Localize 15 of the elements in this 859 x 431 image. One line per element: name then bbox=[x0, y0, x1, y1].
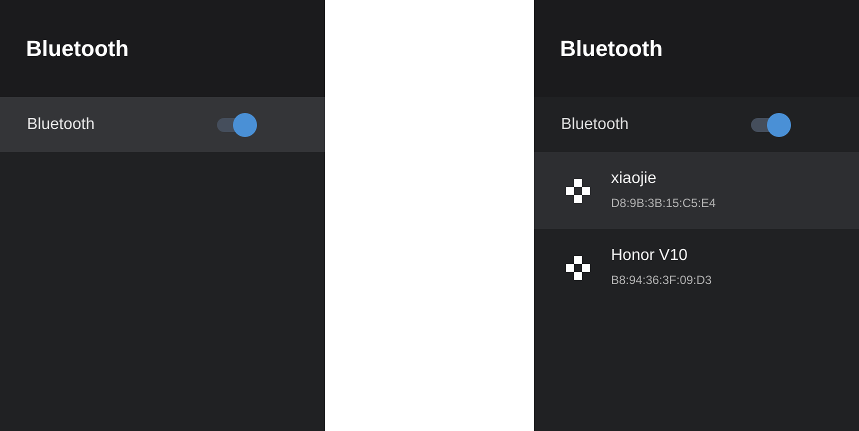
setting-label: Bluetooth bbox=[561, 114, 629, 134]
toggle-switch[interactable] bbox=[749, 112, 791, 136]
device-address: D8:9B:3B:15:C5:E4 bbox=[611, 194, 716, 212]
gamepad-icon bbox=[566, 178, 590, 202]
device-row[interactable]: xiaojie D8:9B:3B:15:C5:E4 bbox=[534, 152, 859, 229]
toggle-switch[interactable] bbox=[215, 112, 257, 136]
device-address: B8:94:36:3F:09:D3 bbox=[611, 272, 712, 289]
page-title: Bluetooth bbox=[26, 35, 129, 63]
device-name: xiaojie bbox=[611, 169, 658, 189]
page-title: Bluetooth bbox=[560, 35, 663, 63]
setting-label: Bluetooth bbox=[27, 114, 95, 134]
device-name: Honor V10 bbox=[611, 246, 688, 266]
gamepad-icon bbox=[566, 256, 590, 280]
bluetooth-setting-row[interactable]: Bluetooth bbox=[0, 97, 325, 152]
device-row[interactable]: Honor V10 B8:94:36:3F:09:D3 bbox=[534, 229, 859, 306]
